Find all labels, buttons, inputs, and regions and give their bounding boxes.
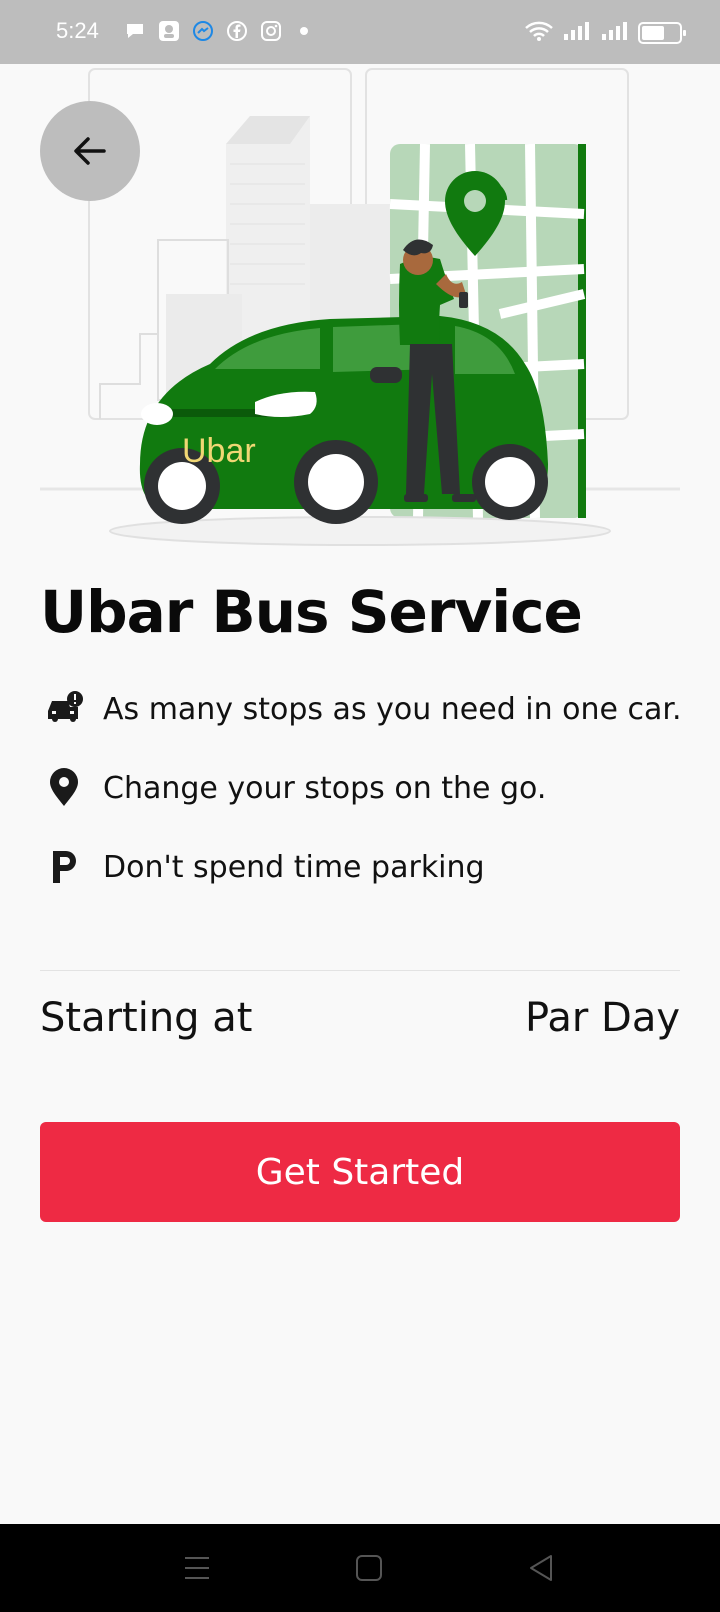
feature-text: As many stops as you need in one car. <box>103 691 682 727</box>
location-pin-icon <box>44 768 84 808</box>
back-button[interactable] <box>40 101 140 201</box>
wifi-icon <box>524 20 554 46</box>
chat-bubble-icon <box>124 20 146 42</box>
feature-item: Change your stops on the go. <box>44 768 546 808</box>
app-notification-icon <box>158 20 180 42</box>
divider <box>40 970 680 971</box>
car-brand-label: Ubar <box>182 432 256 470</box>
signal-2-icon <box>600 20 630 46</box>
feature-item: Don't spend time parking <box>44 847 485 887</box>
car-alert-icon <box>44 689 84 729</box>
status-time: 5:24 <box>56 18 99 43</box>
notification-icons <box>124 20 308 42</box>
home-icon[interactable] <box>353 1552 385 1584</box>
system-icons <box>524 20 686 46</box>
status-bar: 5:24 <box>0 0 720 64</box>
pricing-unit: Par Day <box>525 995 680 1041</box>
instagram-icon <box>260 20 282 42</box>
facebook-icon <box>226 20 248 42</box>
battery-icon <box>638 22 686 44</box>
more-dot-icon <box>300 27 308 35</box>
arrow-left-icon <box>74 137 106 165</box>
messenger-icon <box>192 20 214 42</box>
feature-item: As many stops as you need in one car. <box>44 689 682 729</box>
parking-icon <box>44 847 84 887</box>
pricing-row: Starting at Par Day <box>40 995 680 1041</box>
feature-text: Don't spend time parking <box>103 849 485 885</box>
feature-text: Change your stops on the go. <box>103 770 547 806</box>
battery-fill <box>642 26 664 40</box>
menu-icon[interactable] <box>181 1552 213 1584</box>
navigation-bar <box>0 1524 720 1612</box>
pricing-label: Starting at <box>40 995 253 1041</box>
page-title: Ubar Bus Service <box>40 578 583 646</box>
back-icon[interactable] <box>525 1552 557 1584</box>
signal-1-icon <box>562 20 592 46</box>
get-started-button[interactable]: Get Started <box>40 1122 680 1222</box>
